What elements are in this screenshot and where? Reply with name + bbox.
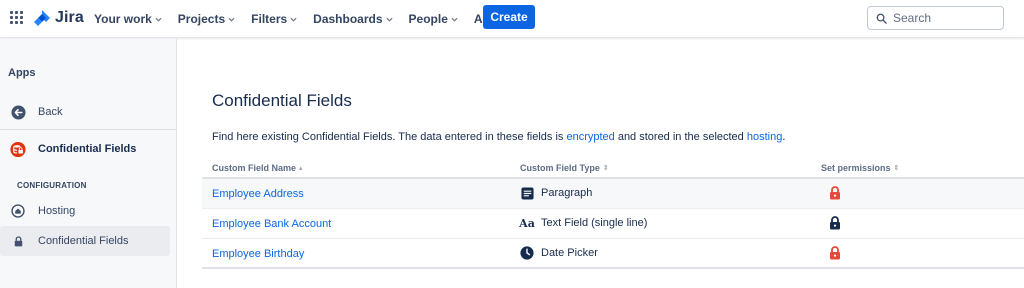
field-type: Date Picker [520,246,598,260]
sort-icon: ⇕ [893,165,900,172]
chevron-down-icon [451,17,458,22]
field-name-link[interactable]: Employee Birthday [212,248,304,260]
table-row: Employee Birthday Date Picker [202,239,1024,269]
description-text: . [782,131,786,143]
chevron-down-icon [386,17,393,22]
create-button[interactable]: Create [483,5,535,29]
main-nav: Your work Projects Filters Dashboards Pe… [86,0,522,38]
search-icon [876,13,887,24]
lock-open-icon[interactable] [829,246,841,260]
sidebar-app-header[interactable]: Confidential Fields [0,134,170,164]
search-input[interactable] [893,11,993,25]
product-name: Jira [55,9,84,26]
column-header-label: Custom Field Type [520,163,600,173]
fields-table: Custom Field Name ▴ Custom Field Type ⇕ … [202,159,1024,269]
lock-open-icon[interactable] [829,186,841,200]
sidebar-item-label: Confidential Fields [38,235,129,247]
home-icon [10,203,26,219]
sidebar-item-confidential-fields[interactable]: Confidential Fields [0,226,170,256]
column-header-permissions[interactable]: Set permissions ⇕ [821,163,899,173]
description-text: and stored in the selected [614,131,747,143]
clock-icon [520,246,534,260]
nav-people[interactable]: People [401,4,466,34]
field-name-link[interactable]: Employee Address [212,188,304,200]
nav-dashboards[interactable]: Dashboards [305,4,400,34]
column-header-label: Custom Field Name [212,163,297,173]
lock-icon [10,233,26,249]
field-type: Paragraph [520,186,592,200]
sidebar: Apps Back Confidential Fields CONFIGURAT… [0,39,177,288]
back-arrow-icon [10,104,26,120]
chevron-down-icon [290,17,297,22]
jira-icon [34,10,50,26]
top-navigation-bar: Jira Your work Projects Filters Dashboar… [0,0,1024,38]
field-name-link[interactable]: Employee Bank Account [212,218,331,230]
column-header-label: Set permissions [821,163,891,173]
nav-label: Filters [251,12,288,26]
field-type-label: Text Field (single line) [541,217,648,229]
nav-label: Projects [177,12,226,26]
sidebar-app-label: Confidential Fields [38,143,137,155]
search-box[interactable] [867,6,1004,30]
field-type-label: Date Picker [541,247,598,259]
sidebar-back[interactable]: Back [0,97,170,127]
paragraph-icon [520,186,534,200]
table-header: Custom Field Name ▴ Custom Field Type ⇕ … [202,159,1024,179]
table-row: Employee Address Paragraph [202,179,1024,209]
nav-label: People [408,12,448,26]
column-header-type[interactable]: Custom Field Type ⇕ [520,163,609,173]
nav-label: Dashboards [313,12,383,26]
sidebar-heading: Apps [8,67,36,79]
nav-your-work[interactable]: Your work [86,4,170,34]
chevron-down-icon [228,17,235,22]
field-type: Aa Text Field (single line) [519,216,648,230]
text-field-icon: Aa [519,216,535,230]
sidebar-item-hosting[interactable]: Hosting [0,196,170,226]
field-type-label: Paragraph [541,187,593,199]
sort-icon: ⇕ [602,165,609,172]
sidebar-item-label: Hosting [38,205,76,217]
page-title: Confidential Fields [212,91,352,110]
sort-ascending-icon: ▴ [299,165,303,172]
database-lock-icon [10,141,26,157]
hosting-link[interactable]: hosting [747,131,782,143]
description-text: Find here existing Confidential Fields. … [212,131,567,143]
nav-filters[interactable]: Filters [243,4,305,34]
column-header-name[interactable]: Custom Field Name ▴ [212,163,303,173]
jira-logo[interactable]: Jira [34,9,84,27]
nav-projects[interactable]: Projects [170,4,243,34]
chevron-down-icon [155,17,162,22]
encrypted-link[interactable]: encrypted [566,131,614,143]
sidebar-back-label: Back [38,106,63,118]
main-content: Confidential Fields Find here existing C… [178,39,1024,288]
nav-label: Your work [94,12,152,26]
app-switcher-icon[interactable] [10,11,24,25]
sidebar-divider [0,129,176,130]
table-row: Employee Bank Account Aa Text Field (sin… [202,209,1024,239]
lock-icon[interactable] [829,216,841,230]
sidebar-section-title: CONFIGURATION [17,181,87,190]
page-description: Find here existing Confidential Fields. … [212,131,785,143]
